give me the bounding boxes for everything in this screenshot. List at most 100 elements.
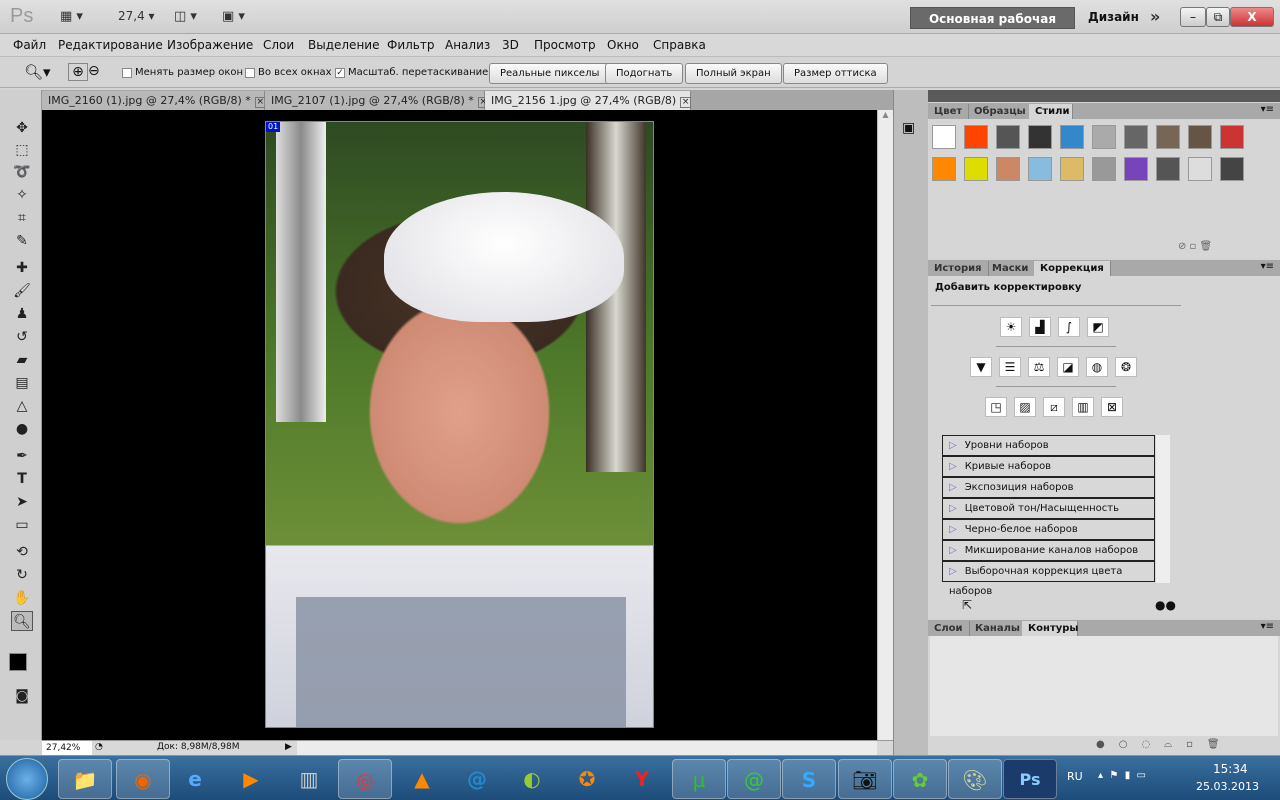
eraser-tool-icon[interactable]: ▰ xyxy=(11,350,33,370)
media-player-icon[interactable]: ▶ xyxy=(224,759,278,799)
hand-tool-icon[interactable]: ✋ xyxy=(11,588,33,608)
menu-file[interactable]: Файл xyxy=(13,38,46,52)
invert-icon[interactable]: ◳ xyxy=(985,397,1007,417)
yandex-icon[interactable]: Y xyxy=(615,759,669,799)
selective-color-icon[interactable]: ⊠ xyxy=(1101,397,1123,417)
style-swatch[interactable] xyxy=(1060,157,1084,181)
language-indicator[interactable]: RU xyxy=(1067,770,1083,783)
preset-item[interactable]: ▷ Черно-белое наборов xyxy=(942,519,1155,540)
vibrance-icon[interactable]: ▼ xyxy=(970,357,992,377)
status-menu-arrow-icon[interactable]: ▶ xyxy=(285,742,292,752)
archive-icon[interactable]: ▥ xyxy=(282,759,336,799)
zoom-in-icon[interactable]: ⊕ xyxy=(68,63,88,81)
menu-3d[interactable]: 3D xyxy=(502,38,519,52)
panel-footer-icons[interactable]: ⊘ ▫ 🗑︎ xyxy=(1178,241,1212,252)
zoom-out-icon[interactable]: ⊖ xyxy=(88,63,100,79)
color-balance-icon[interactable]: ⚖ xyxy=(1028,357,1050,377)
camera-icon[interactable]: 📷︎ xyxy=(838,759,892,799)
app-icon[interactable]: ◐ xyxy=(505,759,559,799)
style-swatch[interactable] xyxy=(1220,157,1244,181)
workspace-essentials-button[interactable]: Основная рабочая среда xyxy=(910,7,1075,48)
style-swatch[interactable] xyxy=(932,157,956,181)
style-swatch[interactable] xyxy=(1156,125,1180,149)
menu-edit[interactable]: Редактирование xyxy=(58,38,163,52)
clock-date[interactable]: 25.03.2013 xyxy=(1196,780,1259,793)
presets-scrollbar[interactable] xyxy=(1156,435,1170,583)
screen-mode-icon[interactable]: ▣ ▾ xyxy=(222,9,245,24)
marquee-tool-icon[interactable]: ⬚ xyxy=(11,140,33,160)
resize-windows-checkbox[interactable]: Менять размер окон xyxy=(122,67,243,78)
shape-tool-icon[interactable]: ▭ xyxy=(11,515,33,535)
levels-icon[interactable]: ▟ xyxy=(1029,317,1051,337)
expand-arrow-icon[interactable]: ▷ xyxy=(949,524,957,535)
paths-list[interactable] xyxy=(930,636,1278,736)
navigator-panel-icon[interactable]: ▣ xyxy=(902,120,915,136)
preset-item[interactable]: ▷Цветовой тон/Насыщенность наборов xyxy=(942,498,1155,534)
move-tool-icon[interactable]: ✥ xyxy=(11,118,33,138)
photo-image[interactable] xyxy=(265,121,654,728)
arrange-documents-icon[interactable]: ◫ ▾ xyxy=(174,9,197,24)
zoom-percent-field[interactable]: 27,42% xyxy=(42,741,92,755)
dodge-tool-icon[interactable]: ● xyxy=(11,419,33,439)
tab-color[interactable]: Цвет xyxy=(928,104,970,119)
menu-filter[interactable]: Фильтр xyxy=(387,38,434,52)
expand-arrow-icon[interactable]: ▷ xyxy=(949,440,957,451)
quick-selection-tool-icon[interactable]: ✧ xyxy=(11,185,33,205)
workspace-design-button[interactable]: Дизайн xyxy=(1088,10,1139,24)
tab-masks[interactable]: Маски xyxy=(986,261,1036,276)
zoom-tool-preset-icon[interactable]: 🔍︎▾ xyxy=(24,63,51,81)
style-swatch[interactable] xyxy=(964,125,988,149)
3d-orbit-tool-icon[interactable]: ↻ xyxy=(11,565,33,585)
tray-icons[interactable]: ▴ ⚑ ▮ ▭ xyxy=(1098,770,1146,781)
menu-window[interactable]: Окно xyxy=(607,38,639,52)
tab-document-1[interactable]: IMG_2160 (1).jpg @ 27,4% (RGB/8) * × xyxy=(42,91,266,110)
mail-agent-icon[interactable]: @ xyxy=(450,759,504,799)
eyedropper-tool-icon[interactable]: ✎ xyxy=(11,231,33,251)
photoshop-taskbar-icon[interactable]: Ps xyxy=(1003,759,1057,799)
close-button[interactable]: X xyxy=(1230,7,1274,27)
more-workspaces-icon[interactable]: » xyxy=(1150,7,1160,26)
menu-view[interactable]: Просмотр xyxy=(534,38,596,52)
style-swatch[interactable] xyxy=(1124,157,1148,181)
type-tool-icon[interactable]: T xyxy=(11,469,33,489)
foreground-color-swatch[interactable] xyxy=(9,653,27,671)
bridge-icon[interactable]: ▦ ▾ xyxy=(60,9,83,24)
preset-item[interactable]: ▷ Экспозиция наборов xyxy=(942,477,1155,498)
style-swatch[interactable] xyxy=(964,157,988,181)
tab-swatches[interactable]: Образцы xyxy=(968,104,1033,119)
close-icon[interactable]: × xyxy=(680,97,692,108)
expand-arrow-icon[interactable]: ▷ xyxy=(949,482,957,493)
tab-styles[interactable]: Стили xyxy=(1029,104,1073,119)
style-swatch[interactable] xyxy=(1060,125,1084,149)
pen-tool-icon[interactable]: ✒ xyxy=(11,446,33,466)
brush-tool-icon[interactable]: 🖌︎ xyxy=(11,281,33,301)
menu-analysis[interactable]: Анализ xyxy=(445,38,490,52)
menu-layers[interactable]: Слои xyxy=(263,38,294,52)
mail-icon[interactable]: @ xyxy=(727,759,781,799)
style-swatch[interactable] xyxy=(932,125,956,149)
style-swatch[interactable] xyxy=(1028,157,1052,181)
tab-paths[interactable]: Контуры xyxy=(1022,621,1078,636)
actual-pixels-button[interactable]: Реальные пикселы xyxy=(489,63,611,84)
expand-arrow-icon[interactable]: ▷ xyxy=(949,566,957,577)
exposure-icon[interactable]: ◩ xyxy=(1087,317,1109,337)
tab-history[interactable]: История xyxy=(928,261,989,276)
clock-time[interactable]: 15:34 xyxy=(1213,762,1248,776)
preset-item[interactable]: ▷ Выборочная коррекция цвета наборов xyxy=(942,561,1155,597)
status-info-icon[interactable]: ◔ xyxy=(95,742,103,752)
quick-mask-icon[interactable]: ◙ xyxy=(11,686,33,706)
minimize-button[interactable]: – xyxy=(1180,7,1206,27)
start-button[interactable] xyxy=(6,758,48,800)
odnoklassniki-icon[interactable]: ✪ xyxy=(560,759,614,799)
photo-filter-icon[interactable]: ◍ xyxy=(1086,357,1108,377)
restore-button[interactable]: ⧉ xyxy=(1206,7,1230,27)
healing-brush-tool-icon[interactable]: ✚ xyxy=(11,258,33,278)
style-swatch[interactable] xyxy=(1156,157,1180,181)
scroll-up-icon[interactable]: ▲ xyxy=(878,110,893,119)
blur-tool-icon[interactable]: △ xyxy=(11,396,33,416)
ie-icon[interactable]: e xyxy=(168,759,222,799)
crop-tool-icon[interactable]: ⌗ xyxy=(11,208,33,228)
history-brush-tool-icon[interactable]: ↺ xyxy=(11,327,33,347)
print-size-button[interactable]: Размер оттиска xyxy=(783,63,888,84)
expand-arrow-icon[interactable]: ▷ xyxy=(949,545,957,556)
